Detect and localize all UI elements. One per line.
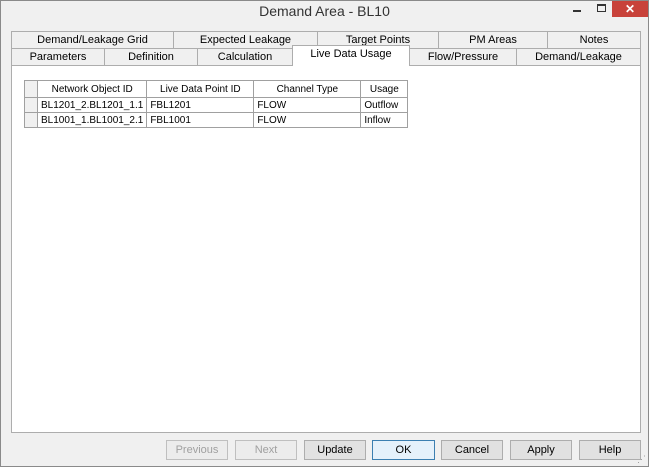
title-bar: Demand Area - BL10 ✕: [1, 1, 648, 25]
cell-live-data-point-id[interactable]: FBL1001: [146, 112, 255, 128]
row-selector[interactable]: [24, 112, 38, 128]
minimize-button[interactable]: [565, 1, 589, 15]
maximize-icon: [596, 4, 606, 12]
column-header-usage[interactable]: Usage: [360, 80, 409, 98]
tab-pm-areas[interactable]: PM Areas: [438, 31, 548, 48]
column-header-channel-type[interactable]: Channel Type: [253, 80, 362, 98]
table-row[interactable]: BL1001_1.BL1001_2.1 FBL1001 FLOW Inflow: [24, 112, 409, 128]
maximize-button[interactable]: [589, 1, 613, 15]
cell-network-object-id[interactable]: BL1001_1.BL1001_2.1: [36, 112, 148, 128]
cell-network-object-id[interactable]: BL1201_2.BL1201_1.1: [36, 97, 148, 113]
cancel-button[interactable]: Cancel: [441, 440, 503, 460]
minimize-icon: [573, 10, 581, 12]
window-title: Demand Area - BL10: [259, 3, 390, 19]
cell-usage[interactable]: Inflow: [360, 112, 409, 128]
ok-button[interactable]: OK: [372, 440, 435, 460]
previous-button[interactable]: Previous: [166, 440, 228, 460]
tab-notes[interactable]: Notes: [547, 31, 641, 48]
table-row[interactable]: BL1201_2.BL1201_1.1 FBL1201 FLOW Outflow: [24, 97, 409, 113]
resize-grip-icon[interactable]: ⋰: [636, 454, 646, 464]
tab-parameters[interactable]: Parameters: [11, 48, 105, 65]
close-icon: ✕: [624, 2, 636, 16]
column-header-network-object-id[interactable]: Network Object ID: [36, 80, 148, 98]
tab-calculation[interactable]: Calculation: [197, 48, 293, 65]
tab-demand-leakage[interactable]: Demand/Leakage: [516, 48, 641, 65]
close-button[interactable]: ✕: [612, 1, 648, 17]
row-selector[interactable]: [24, 97, 38, 113]
dialog-window: Demand Area - BL10 ✕ Demand/Leakage Grid…: [0, 0, 649, 467]
tab-demand-leakage-grid[interactable]: Demand/Leakage Grid: [11, 31, 174, 48]
cell-channel-type[interactable]: FLOW: [253, 112, 362, 128]
help-button[interactable]: Help: [579, 440, 641, 460]
cell-live-data-point-id[interactable]: FBL1201: [146, 97, 255, 113]
cell-usage[interactable]: Outflow: [360, 97, 409, 113]
tab-live-data-usage[interactable]: Live Data Usage: [292, 45, 410, 66]
tab-flow-pressure[interactable]: Flow/Pressure: [409, 48, 517, 65]
next-button[interactable]: Next: [235, 440, 297, 460]
row-selector-header[interactable]: [24, 80, 38, 98]
tab-definition[interactable]: Definition: [104, 48, 198, 65]
grid-header-row: Network Object ID Live Data Point ID Cha…: [24, 80, 409, 98]
live-data-grid: Network Object ID Live Data Point ID Cha…: [24, 80, 409, 128]
tab-panel: Network Object ID Live Data Point ID Cha…: [11, 65, 641, 433]
cell-channel-type[interactable]: FLOW: [253, 97, 362, 113]
apply-button[interactable]: Apply: [510, 440, 572, 460]
update-button[interactable]: Update: [304, 440, 366, 460]
column-header-live-data-point-id[interactable]: Live Data Point ID: [146, 80, 255, 98]
